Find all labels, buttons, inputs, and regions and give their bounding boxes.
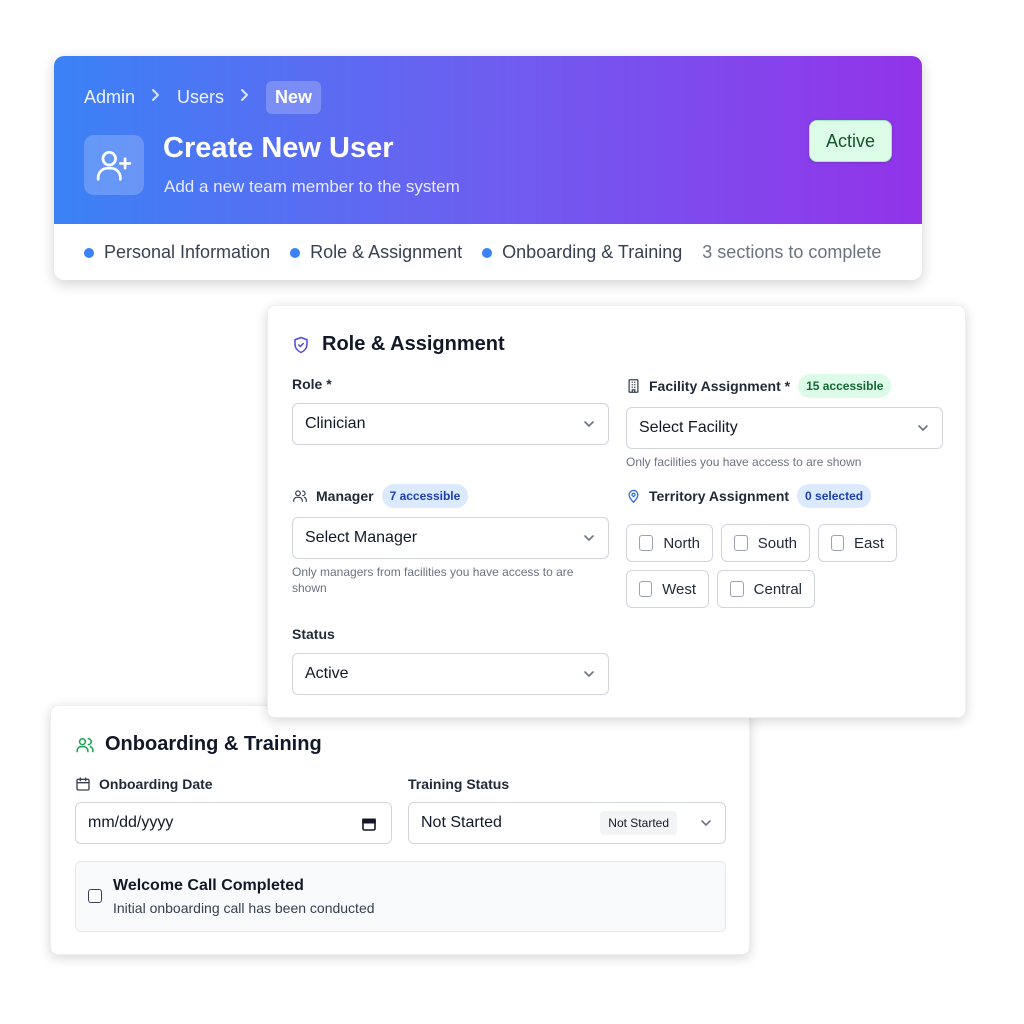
calendar-picker-icon[interactable] xyxy=(361,816,377,832)
step-dot xyxy=(482,247,493,258)
role-title-text: Role & Assignment xyxy=(322,333,505,355)
chevron-down-icon xyxy=(582,417,596,436)
territory-option-south[interactable]: South xyxy=(721,524,810,562)
training-status-value: Not Started xyxy=(421,814,502,831)
users-icon xyxy=(75,735,95,755)
role-assignment-card: Role & Assignment Role * Clinician Facil… xyxy=(267,305,966,718)
territory-option-label: South xyxy=(757,534,797,552)
training-status-badge: Not Started xyxy=(600,811,677,835)
facility-value: Select Facility xyxy=(639,419,738,436)
role-value: Clinician xyxy=(305,415,366,432)
manager-count-badge: 7 accessible xyxy=(381,484,469,508)
territory-option-central[interactable]: Central xyxy=(717,570,815,608)
welcome-call-description: Initial onboarding call has been conduct… xyxy=(113,900,375,916)
training-status-select[interactable]: Not Started Not Started xyxy=(408,802,726,844)
step-dot xyxy=(84,247,94,258)
status-label-text: Status xyxy=(292,626,335,642)
territory-option-label: West xyxy=(662,580,696,598)
territory-option-east[interactable]: East xyxy=(818,524,897,562)
territory-checkbox[interactable] xyxy=(639,581,653,597)
building-icon xyxy=(626,378,641,394)
status-select[interactable]: Active xyxy=(292,653,609,695)
header-banner: Admin Users New Create New User Add a ne… xyxy=(54,56,922,224)
onboarding-training-card: Onboarding & Training Onboarding Date mm… xyxy=(50,705,750,955)
facility-select[interactable]: Select Facility xyxy=(626,407,943,449)
onboarding-date-input[interactable]: mm/dd/yyyy xyxy=(75,802,392,844)
map-pin-icon xyxy=(626,488,641,504)
step-role-assignment[interactable]: Role & Assignment xyxy=(290,242,462,263)
status-label: Status xyxy=(292,626,335,642)
training-status-label-text: Training Status xyxy=(408,776,510,792)
facility-label: Facility Assignment * 15 accessible xyxy=(626,374,892,398)
manager-select[interactable]: Select Manager xyxy=(292,517,609,559)
breadcrumb-users[interactable]: Users xyxy=(177,87,224,108)
chevron-down-icon xyxy=(582,531,596,550)
users-icon xyxy=(292,488,308,504)
chevron-right-icon xyxy=(147,88,165,107)
step-onboarding-training[interactable]: Onboarding & Training xyxy=(482,242,682,263)
role-select[interactable]: Clinician xyxy=(292,403,609,445)
section-progress: Personal Information Role & Assignment O… xyxy=(84,242,881,263)
role-section-title: Role & Assignment xyxy=(292,333,505,356)
territory-label: Territory Assignment 0 selected xyxy=(626,484,872,508)
territory-option-label: North xyxy=(663,534,700,552)
shield-icon xyxy=(292,335,310,355)
territory-checkbox[interactable] xyxy=(831,535,844,551)
page-header-card: Admin Users New Create New User Add a ne… xyxy=(54,56,922,280)
chevron-down-icon xyxy=(582,667,596,686)
page-subtitle: Add a new team member to the system xyxy=(164,177,460,196)
status-value: Active xyxy=(305,665,349,682)
date-placeholder: mm/dd/yyyy xyxy=(88,814,174,831)
welcome-call-checkbox[interactable] xyxy=(88,889,102,903)
manager-label: Manager 7 accessible xyxy=(292,484,469,508)
step-label: Personal Information xyxy=(104,242,271,262)
role-label-text: Role * xyxy=(292,376,332,392)
training-status-label: Training Status xyxy=(408,776,509,792)
onboarding-date-label: Onboarding Date xyxy=(75,776,213,792)
facility-label-text: Facility Assignment * xyxy=(649,378,791,394)
breadcrumb-current: New xyxy=(266,80,322,114)
status-badge: Active xyxy=(809,120,892,162)
step-label: Onboarding & Training xyxy=(502,242,683,262)
chevron-down-icon xyxy=(699,816,713,835)
chevron-right-icon xyxy=(236,88,254,107)
onboarding-section-title: Onboarding & Training xyxy=(75,733,322,756)
onboarding-title-text: Onboarding & Training xyxy=(105,733,322,755)
territory-option-label: East xyxy=(853,534,884,552)
welcome-call-option[interactable]: Welcome Call Completed Initial onboardin… xyxy=(75,861,726,932)
facility-hint: Only facilities you have access to are s… xyxy=(626,455,862,469)
territory-option-north[interactable]: North xyxy=(626,524,713,562)
territory-option-label: Central xyxy=(753,580,802,598)
step-label: Role & Assignment xyxy=(310,242,463,262)
steps-remaining-text: 3 sections to complete xyxy=(702,242,882,262)
welcome-call-title: Welcome Call Completed xyxy=(113,877,304,894)
manager-label-text: Manager xyxy=(316,488,374,504)
step-dot xyxy=(290,247,301,258)
territory-checkbox[interactable] xyxy=(730,581,744,597)
manager-value: Select Manager xyxy=(305,529,418,546)
step-personal-information[interactable]: Personal Information xyxy=(84,242,270,263)
breadcrumb-admin[interactable]: Admin xyxy=(84,87,135,108)
role-label: Role * xyxy=(292,376,332,392)
manager-hint: Only managers from facilities you have a… xyxy=(292,565,574,595)
page-title: Create New User xyxy=(163,132,394,164)
calendar-icon xyxy=(75,776,91,792)
breadcrumb: Admin Users New xyxy=(84,80,322,114)
territory-option-west[interactable]: West xyxy=(626,570,709,608)
onboarding-date-label-text: Onboarding Date xyxy=(99,776,213,792)
facility-count-badge: 15 accessible xyxy=(798,374,892,398)
territory-label-text: Territory Assignment xyxy=(649,488,790,504)
territory-checkbox[interactable] xyxy=(639,535,654,551)
territory-checkbox[interactable] xyxy=(734,535,748,551)
chevron-down-icon xyxy=(916,421,930,440)
user-plus-icon xyxy=(84,135,144,195)
territory-count-badge: 0 selected xyxy=(797,484,872,508)
